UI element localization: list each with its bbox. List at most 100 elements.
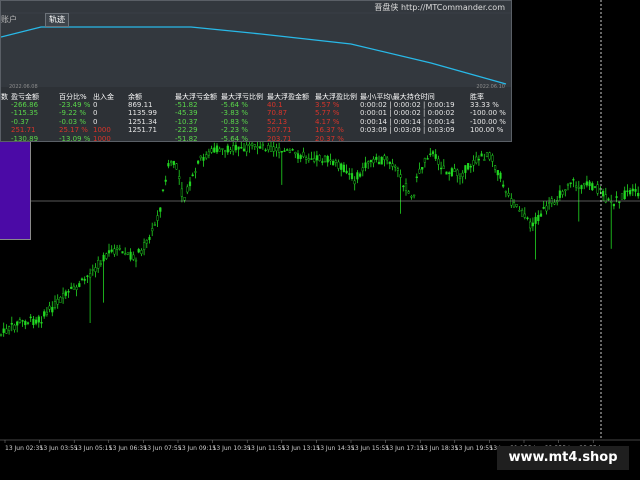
candle-body <box>175 163 178 170</box>
candle-body <box>421 166 424 170</box>
candle-body <box>345 170 348 174</box>
tab-account[interactable]: 账户 <box>1 14 17 25</box>
candle-body <box>626 190 629 193</box>
candle-body <box>132 254 135 260</box>
candle-body <box>269 145 273 152</box>
stats-cell: 20.37 % <box>315 134 344 143</box>
time-axis-label: 13 Jun 13:15 <box>282 445 320 452</box>
candle-body <box>286 149 289 151</box>
stats-overlay[interactable]: 晋盘侠 http://MTCommander.com 账户 轨迹 2022.06… <box>0 0 512 143</box>
candle-body <box>494 165 497 170</box>
candle-body <box>388 161 391 164</box>
candle-body <box>40 322 43 324</box>
candle-body <box>591 183 594 191</box>
candle-body <box>169 161 173 163</box>
candle-body <box>294 152 297 155</box>
candle-body <box>483 159 486 161</box>
candle-body <box>153 224 156 226</box>
candle-body <box>202 157 205 161</box>
candle-body <box>94 267 97 272</box>
candle-body <box>437 158 440 165</box>
stats-cell: -13.09 % <box>59 134 91 143</box>
candle-body <box>323 155 327 163</box>
candle-body <box>377 161 381 165</box>
candle-body <box>43 311 46 317</box>
candle-body <box>440 167 443 170</box>
candle-body <box>353 180 356 185</box>
candle-body <box>399 174 402 178</box>
watermark: www.mt4.shop <box>497 446 629 470</box>
time-axis-label: 13 Jun 18:35 <box>420 445 458 452</box>
candle-body <box>477 158 480 161</box>
candle-body <box>596 184 599 194</box>
candle-body <box>35 319 38 324</box>
stats-cell: -5.64 % <box>221 134 248 143</box>
tab-track[interactable]: 轨迹 <box>45 13 69 27</box>
candle-body <box>359 173 362 177</box>
candle-body <box>45 311 48 315</box>
candle-body <box>577 187 580 189</box>
candle-body <box>332 160 335 166</box>
candle-body <box>10 323 13 325</box>
candle-body <box>75 286 78 290</box>
brand-link[interactable]: 晋盘侠 http://MTCommander.com <box>374 2 505 13</box>
candle-body <box>396 168 399 171</box>
candle-body <box>539 213 543 217</box>
candle-body <box>16 321 19 326</box>
candle-body <box>507 192 510 196</box>
candle-body <box>321 161 324 163</box>
candle-body <box>531 222 534 227</box>
time-axis-label: 13 Jun 09:15 <box>178 445 216 452</box>
candle-body <box>504 190 507 193</box>
candle-body <box>59 297 62 303</box>
candle-body <box>67 291 70 293</box>
candle-body <box>13 324 16 330</box>
candle-body <box>97 260 100 269</box>
candle-body <box>534 216 537 224</box>
candle-body <box>275 147 278 152</box>
candle-body <box>467 163 470 170</box>
equity-curve-line <box>0 26 507 85</box>
candle-body <box>602 190 605 197</box>
candle-body <box>526 217 529 220</box>
candle-body <box>512 202 516 208</box>
candle-body <box>205 154 208 159</box>
candle-body <box>302 151 305 157</box>
candle-body <box>234 144 237 151</box>
candle-body <box>161 189 165 191</box>
candle-body <box>29 316 32 319</box>
candle-body <box>423 158 426 163</box>
candle-body <box>142 242 146 250</box>
candle-body <box>523 213 526 218</box>
candle-body <box>113 248 116 255</box>
candle-body <box>561 191 564 195</box>
candle-body <box>137 249 140 253</box>
candle-body <box>348 173 351 175</box>
candle-body <box>450 168 453 177</box>
candle-body <box>564 189 567 191</box>
candle-body <box>434 154 437 159</box>
time-axis-label: 13 Jun 11:55 <box>247 445 285 452</box>
candle-body <box>148 236 151 240</box>
candle-body <box>121 251 124 254</box>
candle-body <box>221 148 224 150</box>
candle-body <box>296 153 300 159</box>
candle-body <box>48 305 51 310</box>
candle-body <box>448 172 451 175</box>
candle-body <box>215 145 219 153</box>
equity-curve-panel <box>0 1 511 87</box>
candle-body <box>634 189 637 192</box>
equity-curve <box>0 12 511 85</box>
candle-body <box>124 253 127 255</box>
candle-body <box>51 307 54 313</box>
candle-body <box>553 202 556 205</box>
candle-body <box>334 160 337 163</box>
candle-body <box>64 291 67 296</box>
indicator-panel[interactable] <box>0 140 31 240</box>
candle-body <box>337 161 340 169</box>
candle-body <box>326 155 329 163</box>
candle-body <box>291 149 294 151</box>
candle-body <box>105 253 108 259</box>
candle-body <box>194 171 197 173</box>
candle-body <box>272 146 275 152</box>
